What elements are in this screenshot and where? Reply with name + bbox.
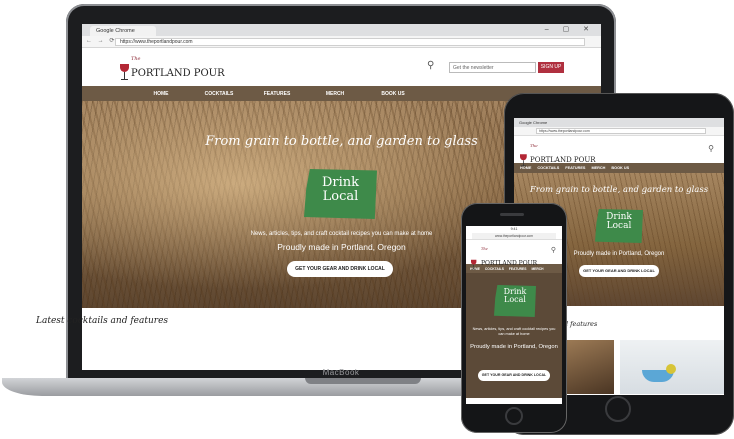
phone-screen: 9:41 www.theportlandpour.com The PORTLAN… [466,226,562,404]
nav-arrows-icon[interactable]: ← → ⟳ [86,37,116,44]
wine-glass-icon [520,154,527,167]
tablet-logo-the: The [530,143,538,148]
phone-search-icon[interactable]: ⚲ [551,246,556,254]
phone-hero-subtitle: News, articles, tips, and craft cocktail… [472,327,556,336]
wine-glass-icon [471,259,477,270]
browser-tab[interactable]: Google Chrome [90,26,156,36]
phone-logo-the: The [481,247,488,251]
nav-home[interactable]: HOME [132,91,190,97]
nav-merch[interactable]: MERCH [306,91,364,97]
tablet-logo[interactable]: The PORTLAND POUR [520,143,596,167]
logo-name: PORTLAND POUR [131,68,225,79]
phone-logo[interactable]: The PORTLAND POUR [471,247,537,270]
tablet-logo-name: PORTLAND POUR [530,156,596,164]
browser-tabbar: Google Chrome – ▢ ✕ [82,24,601,36]
phone-logo-name: PORTLAND POUR [481,260,538,267]
badge-line2: Local [322,188,359,204]
device-mockup-stage: Google Chrome – ▢ ✕ ← → ⟳ https://www.th… [0,0,734,439]
search-icon[interactable]: ⚲ [427,60,434,71]
lemon-garnish-image [666,364,676,374]
nav-book-us[interactable]: BOOK US [364,91,422,97]
signup-button[interactable]: SIGN UP [538,62,564,73]
window-controls[interactable]: – ▢ ✕ [545,25,595,33]
browser-urlbar: ← → ⟳ https://www.theportlandpour.com [82,36,601,48]
tablet-site-header: The PORTLAND POUR ⚲ [514,136,724,167]
address-bar[interactable]: https://www.theportlandpour.com [115,38,585,46]
phone-home-button[interactable] [505,407,523,425]
phone-hero: Drink Local News, articles, tips, and cr… [466,273,562,398]
phone-address-bar[interactable]: www.theportlandpour.com [472,233,556,239]
drink-local-badge: Drink Local [304,169,377,219]
wine-glass-icon [120,64,129,81]
tablet-tab[interactable]: Google Chrome [514,118,724,127]
feature-card-image[interactable] [566,340,614,394]
phone-speaker [500,213,524,216]
phone-drink-local-badge: Drink Local [494,285,536,317]
site-logo[interactable]: The PORTLAND POUR [120,56,225,81]
tablet-nav-book-us[interactable]: BOOK US [611,166,629,170]
tablet-home-button[interactable] [605,396,631,422]
newsletter-input[interactable]: Get the newsletter [449,62,536,73]
tablet-get-gear-button[interactable]: GET YOUR GEAR AND DRINK LOCAL [579,265,659,277]
get-gear-button[interactable]: GET YOUR GEAR AND DRINK LOCAL [287,261,393,277]
latest-heading: Latest cocktails and features [36,316,169,326]
tablet-search-icon[interactable]: ⚲ [708,144,714,153]
tablet-address-bar[interactable]: https://www.theportlandpour.com [536,128,706,134]
phone-badge-line2: Local [504,295,526,305]
laptop-notch [305,378,421,384]
tablet-urlbar: https://www.theportlandpour.com [514,127,724,136]
tablet-hero-tagline: From grain to bottle, and garden to glas… [529,185,709,195]
badge-line1: Drink [321,175,360,190]
phone-hero-made-in: Proudly made in Portland, Oregon [470,344,558,350]
tablet-drink-local-badge: Drink Local [595,209,643,243]
site-header: The PORTLAND POUR ⚲ Get the newsletter S… [82,48,601,86]
nav-features[interactable]: FEATURES [248,91,306,97]
phone-urlbar: www.theportlandpour.com [466,232,562,240]
nav-cocktails[interactable]: COCKTAILS [190,91,248,97]
phone-site-header: The PORTLAND POUR ⚲ [466,240,562,270]
logo-the: The [131,56,141,62]
phone-get-gear-button[interactable]: GET YOUR GEAR AND DRINK LOCAL [478,370,550,381]
tablet-features-heading: l features [566,320,598,328]
tablet-badge-line2: Local [606,221,632,232]
